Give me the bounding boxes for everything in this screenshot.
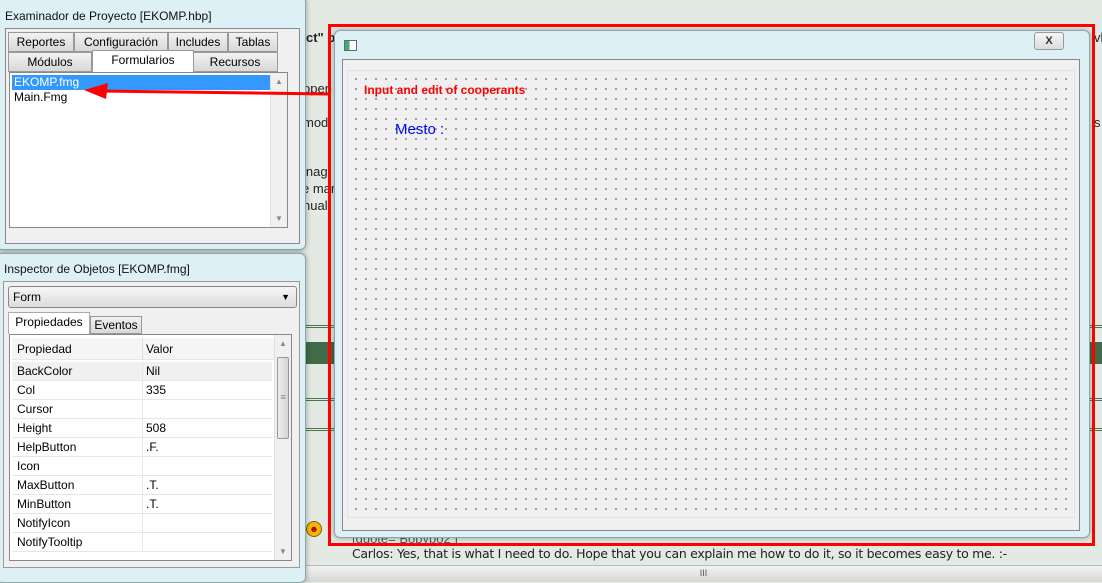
property-value[interactable]: .T. — [142, 495, 272, 514]
devil-emoji-icon: ☻ — [306, 521, 322, 537]
bg-text: modi — [303, 115, 332, 130]
chevron-down-icon: ▼ — [281, 292, 290, 302]
bg-text: inag — [303, 164, 328, 179]
tab-reportes[interactable]: Reportes — [8, 32, 74, 52]
tab-propiedades[interactable]: Propiedades — [8, 312, 90, 334]
column-header-propiedad[interactable]: Propiedad — [17, 338, 72, 360]
property-value[interactable] — [142, 400, 272, 419]
bg-text: s if — [1094, 115, 1102, 130]
property-value[interactable]: 508 — [142, 419, 272, 438]
property-name: NotifyTooltip — [17, 535, 83, 549]
property-row[interactable]: MaxButton .T. — [12, 476, 272, 495]
property-row[interactable]: Height 508 — [12, 419, 272, 438]
property-name: BackColor — [17, 364, 73, 378]
property-value[interactable] — [142, 514, 272, 533]
column-header-valor[interactable]: Valor — [142, 338, 173, 360]
property-value[interactable] — [142, 457, 272, 476]
property-grid: Propiedad Valor BackColor Nil Col 335 Cursor… — [9, 334, 292, 561]
property-name: HelpButton — [17, 440, 77, 454]
object-select-value: Form — [13, 290, 41, 304]
tab-configuracion[interactable]: Configuración — [74, 32, 168, 52]
property-name: NotifyIcon — [17, 516, 71, 530]
property-value[interactable]: .F. — [142, 438, 272, 457]
project-tabs-panel: Reportes Configuración Includes Tablas M… — [5, 28, 300, 244]
property-value[interactable] — [142, 533, 272, 552]
property-row[interactable]: MinButton .T. — [12, 495, 272, 514]
inspector-panel: Form ▼ Propiedades Eventos Propiedad Val… — [3, 281, 300, 568]
tab-formularios[interactable]: Formularios — [92, 50, 194, 72]
scroll-thumb[interactable]: ≡ — [277, 357, 289, 439]
property-row[interactable]: Col 335 — [12, 381, 272, 400]
property-row[interactable]: BackColor Nil — [12, 362, 272, 381]
property-name: Icon — [17, 459, 40, 473]
scroll-grip: III — [699, 568, 708, 578]
tab-modulos[interactable]: Módulos — [8, 52, 92, 72]
tab-eventos[interactable]: Eventos — [90, 316, 142, 334]
property-name: Cursor — [17, 402, 54, 416]
bg-text: nual, — [303, 198, 332, 213]
tab-includes[interactable]: Includes — [168, 32, 228, 52]
tab-tablas[interactable]: Tablas — [228, 32, 278, 52]
annotation-arrow-icon — [84, 83, 332, 99]
property-value[interactable]: Nil — [142, 362, 272, 381]
annotation-highlight-box — [328, 24, 1095, 546]
grid-scrollbar[interactable]: ▲ ≡ ▼ — [274, 335, 291, 560]
property-name: Height — [17, 421, 52, 435]
property-name: MaxButton — [17, 478, 75, 492]
horizontal-scrollbar[interactable]: III — [305, 565, 1102, 582]
grid-header: Propiedad Valor — [12, 338, 287, 360]
property-name: Col — [17, 383, 36, 397]
window-title: Examinador de Proyecto [EKOMP.hbp] — [5, 9, 212, 23]
object-inspector-window: Inspector de Objetos [EKOMP.fmg] Form ▼ … — [0, 253, 306, 583]
property-row[interactable]: Icon — [12, 457, 272, 476]
property-value[interactable]: 335 — [142, 381, 272, 400]
project-explorer-window: Examinador de Proyecto [EKOMP.hbp] Repor… — [0, 0, 306, 250]
object-select[interactable]: Form ▼ — [8, 286, 297, 308]
property-row[interactable]: Cursor — [12, 400, 272, 419]
window-title: Inspector de Objetos [EKOMP.fmg] — [4, 262, 190, 276]
file-item-main[interactable]: Main.Fmg — [12, 90, 67, 105]
property-row[interactable]: NotifyIcon — [12, 514, 272, 533]
bg-text: vl — [1094, 30, 1102, 45]
property-value[interactable]: .T. — [142, 476, 272, 495]
property-row[interactable]: HelpButton .F. — [12, 438, 272, 457]
tab-recursos[interactable]: Recursos — [192, 52, 278, 72]
property-row[interactable]: NotifyTooltip — [12, 533, 272, 552]
property-name: MinButton — [17, 497, 72, 511]
reply-text: Carlos: Yes, that is what I need to do. … — [352, 546, 1007, 561]
